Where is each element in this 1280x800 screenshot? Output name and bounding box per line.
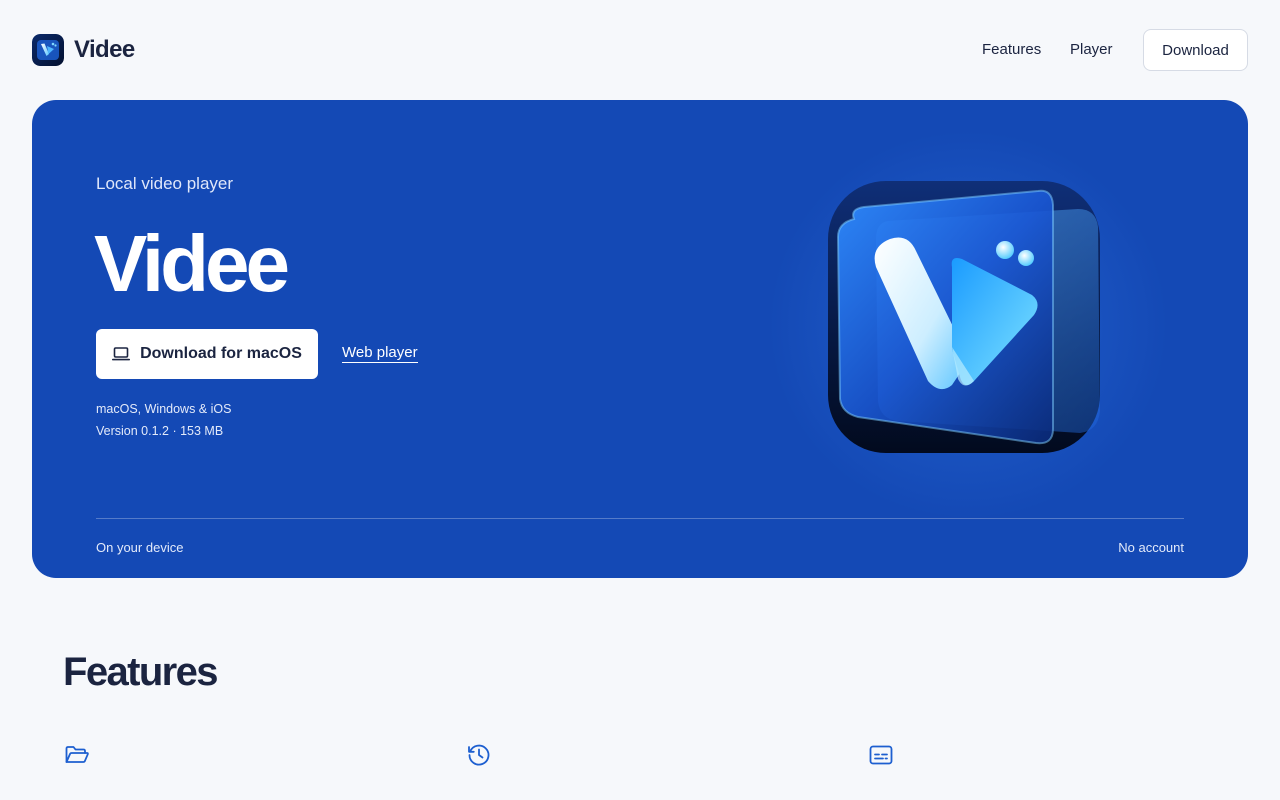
on-device-note: On your device xyxy=(96,540,184,555)
laptop-icon xyxy=(112,347,131,361)
subtitles-icon xyxy=(869,745,893,765)
version-text: Version 0.1.2 · 153 MB xyxy=(96,424,224,438)
hero-eyebrow: Local video player xyxy=(96,174,234,193)
site-header: Videe Features Player Download xyxy=(0,0,1280,100)
folder-open-icon xyxy=(65,746,89,763)
brand-name: Videe xyxy=(74,36,135,63)
nav-player-link[interactable]: Player xyxy=(1070,40,1113,60)
brand-logo[interactable]: Videe xyxy=(32,33,135,67)
features-title: Features xyxy=(63,650,219,694)
hero-section: Local video player Videe Download for ma… xyxy=(32,100,1248,578)
hero-title: Videe xyxy=(94,219,290,308)
download-macos-button[interactable]: Download for macOS xyxy=(96,329,318,379)
nav-features-link[interactable]: Features xyxy=(982,40,1041,60)
history-icon xyxy=(468,744,490,766)
download-macos-label: Download for macOS xyxy=(140,345,302,362)
videe-logo-icon xyxy=(32,34,64,66)
platforms-text: macOS, Windows & iOS xyxy=(96,402,232,416)
videe-app-icon xyxy=(828,181,1100,453)
web-player-link[interactable]: Web player xyxy=(342,344,418,363)
hero-divider xyxy=(96,518,1184,519)
no-account-note: No account xyxy=(1118,540,1184,555)
nav-download-button[interactable]: Download xyxy=(1143,29,1248,71)
